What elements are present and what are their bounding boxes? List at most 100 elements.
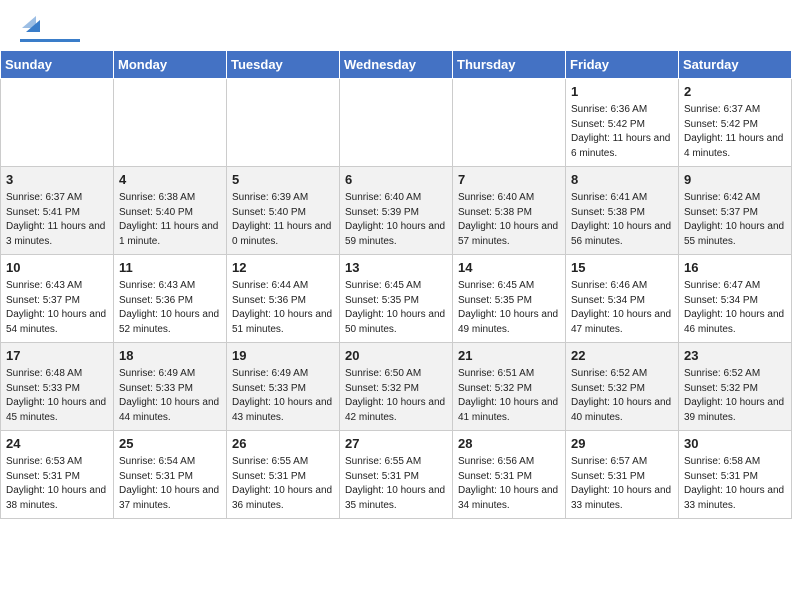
- day-number: 7: [458, 171, 560, 189]
- calendar-cell: 26 Sunrise: 6:55 AM Sunset: 5:31 PM Dayli…: [227, 431, 340, 519]
- day-number: 27: [345, 435, 447, 453]
- day-info: Sunrise: 6:52 AM Sunset: 5:32 PM Dayligh…: [571, 367, 673, 425]
- calendar-week-row: 24Sunrise: 6:53 AM Sunset: 5:31 PM Dayli…: [1, 431, 792, 519]
- calendar-cell: 1 Sunrise: 6:36 AM Sunset: 5:42 PM Daylig…: [566, 79, 679, 167]
- day-info: Sunrise: 6:41 AM Sunset: 5:38 PM Dayligh…: [571, 191, 673, 249]
- calendar-cell: 3Sunrise: 6:37 AM Sunset: 5:41 PM Daylig…: [1, 167, 114, 255]
- day-number: 6: [345, 171, 447, 189]
- day-number: 18: [119, 347, 221, 365]
- calendar-cell: 28 Sunrise: 6:56 AM Sunset: 5:31 PM Dayli…: [453, 431, 566, 519]
- day-info: Sunrise: 6:56 AM Sunset: 5:31 PM Dayligh…: [458, 455, 560, 513]
- day-number: 16: [684, 259, 786, 277]
- calendar-table: SundayMondayTuesdayWednesdayThursdayFrid…: [0, 50, 792, 519]
- day-info: Sunrise: 6:54 AM Sunset: 5:31 PM Dayligh…: [119, 455, 221, 513]
- calendar-header-sunday: Sunday: [1, 51, 114, 79]
- calendar-cell: 27 Sunrise: 6:55 AM Sunset: 5:31 PM Dayli…: [340, 431, 453, 519]
- day-info: Sunrise: 6:49 AM Sunset: 5:33 PM Dayligh…: [232, 367, 334, 425]
- day-number: 4: [119, 171, 221, 189]
- day-info: Sunrise: 6:51 AM Sunset: 5:32 PM Dayligh…: [458, 367, 560, 425]
- calendar-cell: 15 Sunrise: 6:46 AM Sunset: 5:34 PM Dayli…: [566, 255, 679, 343]
- calendar-cell: 11Sunrise: 6:43 AM Sunset: 5:36 PM Dayli…: [114, 255, 227, 343]
- day-number: 19: [232, 347, 334, 365]
- calendar-cell: [1, 79, 114, 167]
- calendar-header-friday: Friday: [566, 51, 679, 79]
- day-number: 8: [571, 171, 673, 189]
- calendar-cell: 18 Sunrise: 6:49 AM Sunset: 5:33 PM Dayli…: [114, 343, 227, 431]
- day-number: 28: [458, 435, 560, 453]
- calendar-header-row: SundayMondayTuesdayWednesdayThursdayFrid…: [1, 51, 792, 79]
- day-number: 2: [684, 83, 786, 101]
- calendar-header-tuesday: Tuesday: [227, 51, 340, 79]
- day-number: 24: [6, 435, 108, 453]
- calendar-cell: 9 Sunrise: 6:42 AM Sunset: 5:37 PM Daylig…: [679, 167, 792, 255]
- calendar-week-row: 10 Sunrise: 6:43 AM Sunset: 5:37 PM Dayli…: [1, 255, 792, 343]
- calendar-cell: 6 Sunrise: 6:40 AM Sunset: 5:39 PM Daylig…: [340, 167, 453, 255]
- logo-triangle-icon: [22, 14, 40, 32]
- day-number: 22: [571, 347, 673, 365]
- calendar-week-row: 1 Sunrise: 6:36 AM Sunset: 5:42 PM Daylig…: [1, 79, 792, 167]
- day-info: Sunrise: 6:45 AM Sunset: 5:35 PM Dayligh…: [458, 279, 560, 337]
- calendar-cell: 19 Sunrise: 6:49 AM Sunset: 5:33 PM Dayli…: [227, 343, 340, 431]
- day-info: Sunrise: 6:37 AM Sunset: 5:42 PM Dayligh…: [684, 103, 786, 161]
- day-info: Sunrise: 6:48 AM Sunset: 5:33 PM Dayligh…: [6, 367, 108, 425]
- calendar-cell: 21 Sunrise: 6:51 AM Sunset: 5:32 PM Dayli…: [453, 343, 566, 431]
- day-number: 21: [458, 347, 560, 365]
- day-info: Sunrise: 6:55 AM Sunset: 5:31 PM Dayligh…: [232, 455, 334, 513]
- calendar-header-wednesday: Wednesday: [340, 51, 453, 79]
- day-number: 30: [684, 435, 786, 453]
- calendar-cell: 14 Sunrise: 6:45 AM Sunset: 5:35 PM Dayli…: [453, 255, 566, 343]
- calendar-cell: 17 Sunrise: 6:48 AM Sunset: 5:33 PM Dayli…: [1, 343, 114, 431]
- calendar-header-monday: Monday: [114, 51, 227, 79]
- calendar-cell: 25Sunrise: 6:54 AM Sunset: 5:31 PM Dayli…: [114, 431, 227, 519]
- calendar-cell: [114, 79, 227, 167]
- day-info: Sunrise: 6:49 AM Sunset: 5:33 PM Dayligh…: [119, 367, 221, 425]
- day-info: Sunrise: 6:52 AM Sunset: 5:32 PM Dayligh…: [684, 367, 786, 425]
- calendar-cell: 10 Sunrise: 6:43 AM Sunset: 5:37 PM Dayli…: [1, 255, 114, 343]
- calendar-cell: 29Sunrise: 6:57 AM Sunset: 5:31 PM Dayli…: [566, 431, 679, 519]
- day-info: Sunrise: 6:42 AM Sunset: 5:37 PM Dayligh…: [684, 191, 786, 249]
- calendar-cell: 30Sunrise: 6:58 AM Sunset: 5:31 PM Dayli…: [679, 431, 792, 519]
- day-info: Sunrise: 6:39 AM Sunset: 5:40 PM Dayligh…: [232, 191, 334, 249]
- day-info: Sunrise: 6:43 AM Sunset: 5:37 PM Dayligh…: [6, 279, 108, 337]
- calendar-cell: 8 Sunrise: 6:41 AM Sunset: 5:38 PM Daylig…: [566, 167, 679, 255]
- calendar-cell: [453, 79, 566, 167]
- day-info: Sunrise: 6:40 AM Sunset: 5:39 PM Dayligh…: [345, 191, 447, 249]
- day-number: 14: [458, 259, 560, 277]
- day-info: Sunrise: 6:46 AM Sunset: 5:34 PM Dayligh…: [571, 279, 673, 337]
- day-number: 5: [232, 171, 334, 189]
- day-number: 15: [571, 259, 673, 277]
- header: [0, 0, 792, 50]
- calendar-cell: [340, 79, 453, 167]
- calendar-cell: 23 Sunrise: 6:52 AM Sunset: 5:32 PM Dayli…: [679, 343, 792, 431]
- day-info: Sunrise: 6:47 AM Sunset: 5:34 PM Dayligh…: [684, 279, 786, 337]
- day-info: Sunrise: 6:37 AM Sunset: 5:41 PM Dayligh…: [6, 191, 108, 249]
- day-number: 13: [345, 259, 447, 277]
- calendar-cell: 24Sunrise: 6:53 AM Sunset: 5:31 PM Dayli…: [1, 431, 114, 519]
- day-number: 9: [684, 171, 786, 189]
- day-number: 29: [571, 435, 673, 453]
- calendar-cell: [227, 79, 340, 167]
- day-number: 26: [232, 435, 334, 453]
- page: SundayMondayTuesdayWednesdayThursdayFrid…: [0, 0, 792, 519]
- calendar-cell: 16 Sunrise: 6:47 AM Sunset: 5:34 PM Dayli…: [679, 255, 792, 343]
- calendar-cell: 12Sunrise: 6:44 AM Sunset: 5:36 PM Dayli…: [227, 255, 340, 343]
- calendar-header-saturday: Saturday: [679, 51, 792, 79]
- day-number: 10: [6, 259, 108, 277]
- calendar-cell: 5 Sunrise: 6:39 AM Sunset: 5:40 PM Daylig…: [227, 167, 340, 255]
- calendar-cell: 22 Sunrise: 6:52 AM Sunset: 5:32 PM Dayli…: [566, 343, 679, 431]
- day-number: 23: [684, 347, 786, 365]
- calendar-cell: 2 Sunrise: 6:37 AM Sunset: 5:42 PM Daylig…: [679, 79, 792, 167]
- logo: [20, 18, 80, 42]
- day-info: Sunrise: 6:36 AM Sunset: 5:42 PM Dayligh…: [571, 103, 673, 161]
- day-info: Sunrise: 6:55 AM Sunset: 5:31 PM Dayligh…: [345, 455, 447, 513]
- calendar-cell: 20 Sunrise: 6:50 AM Sunset: 5:32 PM Dayli…: [340, 343, 453, 431]
- day-info: Sunrise: 6:50 AM Sunset: 5:32 PM Dayligh…: [345, 367, 447, 425]
- day-number: 20: [345, 347, 447, 365]
- calendar-cell: 7 Sunrise: 6:40 AM Sunset: 5:38 PM Daylig…: [453, 167, 566, 255]
- calendar-cell: 4Sunrise: 6:38 AM Sunset: 5:40 PM Daylig…: [114, 167, 227, 255]
- day-number: 1: [571, 83, 673, 101]
- day-number: 17: [6, 347, 108, 365]
- day-info: Sunrise: 6:40 AM Sunset: 5:38 PM Dayligh…: [458, 191, 560, 249]
- calendar-cell: 13Sunrise: 6:45 AM Sunset: 5:35 PM Dayli…: [340, 255, 453, 343]
- calendar-week-row: 17 Sunrise: 6:48 AM Sunset: 5:33 PM Dayli…: [1, 343, 792, 431]
